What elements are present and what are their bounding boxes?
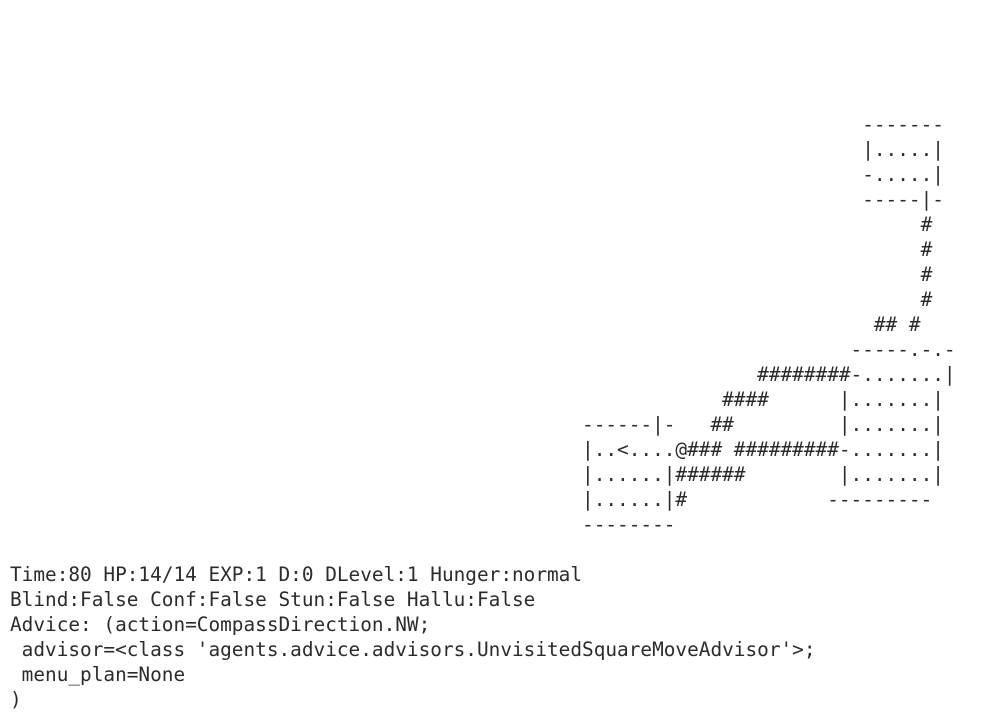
advice-line-action: Advice: (action=CompassDirection.NW; (10, 613, 431, 636)
map-row: # (10, 263, 933, 286)
advice-line-close: ) (10, 688, 22, 711)
map-row: -.....| (10, 163, 944, 186)
map-row: ------|- ## |.......| (10, 413, 944, 436)
map-row: |......|# --------- (10, 488, 933, 511)
game-terminal: ------- |.....| -.....| -----|- # # # # … (0, 0, 1000, 720)
map-row: |.....| (10, 138, 944, 161)
advice-line-advisor: advisor=<class 'agents.advice.advisors.U… (10, 638, 816, 661)
map-row: #### |.......| (10, 388, 944, 411)
status-line-stats: Time:80 HP:14/14 EXP:1 D:0 DLevel:1 Hung… (10, 563, 583, 586)
map-row: ## # (10, 313, 921, 336)
map-row: -----|- (10, 188, 944, 211)
map-row: # (10, 288, 933, 311)
status-line-conditions: Blind:False Conf:False Stun:False Hallu:… (10, 588, 536, 611)
map-row: |......|###### |.......| (10, 463, 944, 486)
map-row: ------- (10, 113, 944, 136)
map-row: # (10, 213, 933, 236)
advice-line-menu-plan: menu_plan=None (10, 663, 186, 686)
map-row: # (10, 238, 933, 261)
map-row-player: |..<....@### #########-.......| (10, 438, 944, 461)
map-row: ########-.......| (10, 363, 956, 386)
map-row: -------- (10, 513, 676, 536)
map-row: -----.-.- (10, 338, 956, 361)
